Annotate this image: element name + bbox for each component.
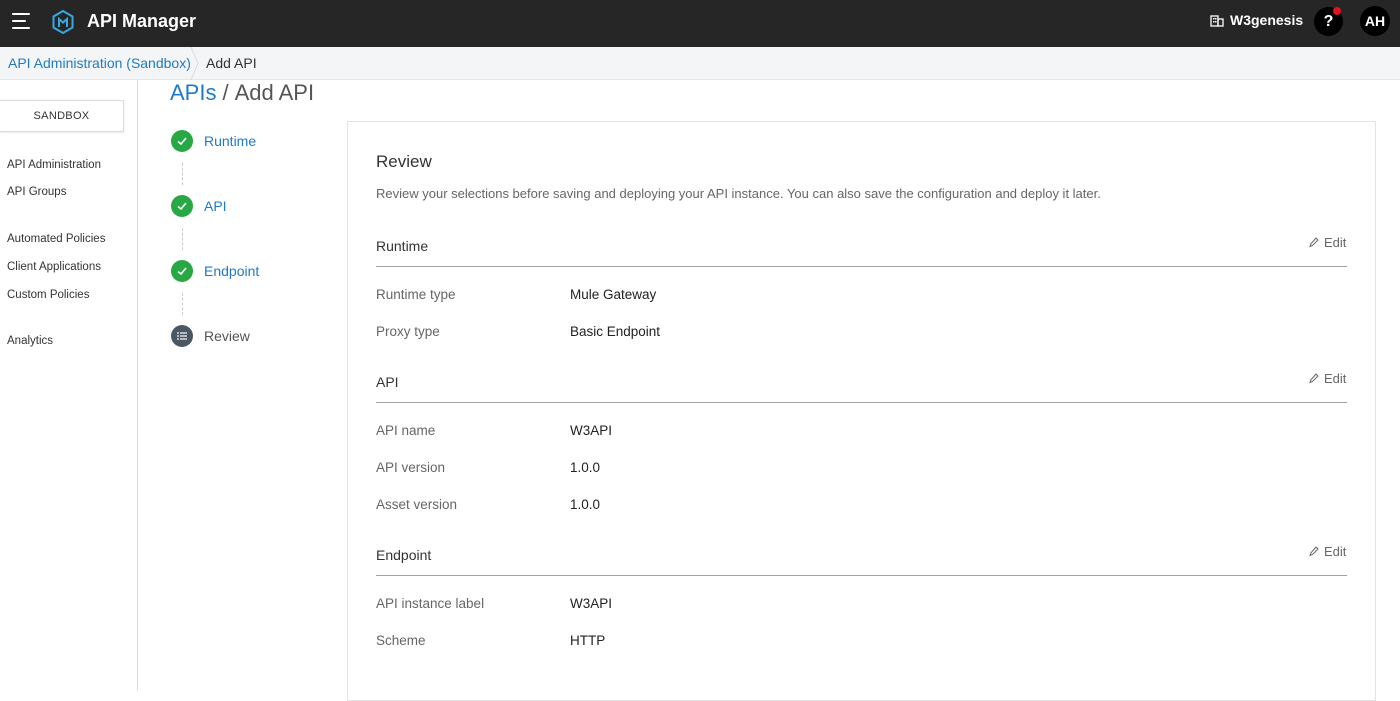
step-label[interactable]: Endpoint — [204, 263, 259, 279]
step-label: Review — [204, 328, 250, 344]
review-panel — [347, 121, 1376, 701]
review-title: Review — [376, 152, 432, 171]
breadcrumb-separator-icon — [190, 47, 199, 80]
api-manager-logo-icon — [52, 10, 74, 34]
section-title-api: API — [376, 374, 399, 390]
field-label: Scheme — [376, 633, 426, 648]
top-bar: API Manager W3genesis ? AH — [0, 0, 1400, 47]
step-review: Review — [171, 325, 250, 347]
section-title-endpoint: Endpoint — [376, 547, 432, 563]
edit-endpoint-button[interactable]: Edit — [1309, 544, 1346, 559]
review-description: Review your selections before saving and… — [376, 186, 1101, 201]
field-label: Proxy type — [376, 324, 440, 339]
pencil-icon — [1309, 546, 1319, 557]
step-runtime[interactable]: Runtime — [171, 130, 256, 152]
field-label: API instance label — [376, 596, 485, 611]
notification-dot — [1333, 7, 1341, 15]
environment-selector[interactable]: SANDBOX — [0, 100, 124, 132]
breadcrumb: API Administration (Sandbox) Add API — [0, 47, 1400, 80]
breadcrumb-current: Add API — [206, 55, 257, 71]
menu-icon[interactable] — [12, 13, 32, 29]
org-switcher[interactable]: W3genesis — [1210, 12, 1303, 28]
building-icon — [1210, 15, 1224, 27]
edit-runtime-button[interactable]: Edit — [1309, 235, 1346, 250]
pencil-icon — [1309, 373, 1319, 384]
field-value: W3API — [570, 423, 613, 438]
field-label: Runtime type — [376, 287, 456, 302]
section-title-runtime: Runtime — [376, 238, 429, 254]
check-icon — [171, 260, 193, 282]
section-divider — [376, 575, 1347, 576]
field-label: Asset version — [376, 497, 458, 512]
step-label[interactable]: Runtime — [204, 133, 256, 149]
section-divider — [376, 266, 1347, 267]
step-label[interactable]: API — [204, 198, 227, 214]
field-value: Mule Gateway — [570, 287, 657, 302]
step-endpoint[interactable]: Endpoint — [171, 260, 259, 282]
sidebar-item-automated-policies[interactable]: Automated Policies — [7, 233, 105, 245]
field-value: 1.0.0 — [570, 497, 601, 512]
check-icon — [171, 130, 193, 152]
field-value: 1.0.0 — [570, 460, 601, 475]
sidebar-item-api-groups[interactable]: API Groups — [7, 186, 66, 198]
apis-link[interactable]: APIs — [170, 80, 216, 105]
edit-api-button[interactable]: Edit — [1309, 371, 1346, 386]
field-label: API name — [376, 423, 436, 438]
sidebar-item-client-applications[interactable]: Client Applications — [7, 261, 101, 273]
edit-label[interactable]: Edit — [1324, 544, 1346, 559]
step-api[interactable]: API — [171, 195, 227, 217]
user-avatar[interactable]: AH — [1360, 6, 1390, 36]
heading-separator: / — [222, 80, 229, 105]
sidebar-item-analytics[interactable]: Analytics — [7, 335, 53, 347]
field-value: HTTP — [570, 633, 606, 648]
step-connector — [182, 163, 183, 185]
field-value: W3API — [570, 596, 613, 611]
breadcrumb-parent-link[interactable]: API Administration (Sandbox) — [8, 55, 191, 71]
edit-label[interactable]: Edit — [1324, 371, 1346, 386]
step-connector — [182, 228, 183, 250]
app-title: API Manager — [87, 11, 197, 31]
edit-label[interactable]: Edit — [1324, 235, 1346, 250]
org-name: W3genesis — [1230, 12, 1304, 28]
pencil-icon — [1309, 237, 1319, 248]
step-connector — [182, 293, 183, 315]
page-title: APIs / Add API — [170, 80, 314, 106]
sidebar: SANDBOX API Administration API Groups Au… — [0, 80, 138, 691]
field-label: API version — [376, 460, 446, 475]
heading-current: Add API — [234, 80, 315, 105]
field-value: Basic Endpoint — [570, 324, 661, 339]
sidebar-item-api-administration[interactable]: API Administration — [7, 159, 101, 171]
check-icon — [171, 195, 193, 217]
section-divider — [376, 402, 1347, 403]
list-icon — [171, 325, 193, 347]
sidebar-item-custom-policies[interactable]: Custom Policies — [7, 289, 89, 301]
